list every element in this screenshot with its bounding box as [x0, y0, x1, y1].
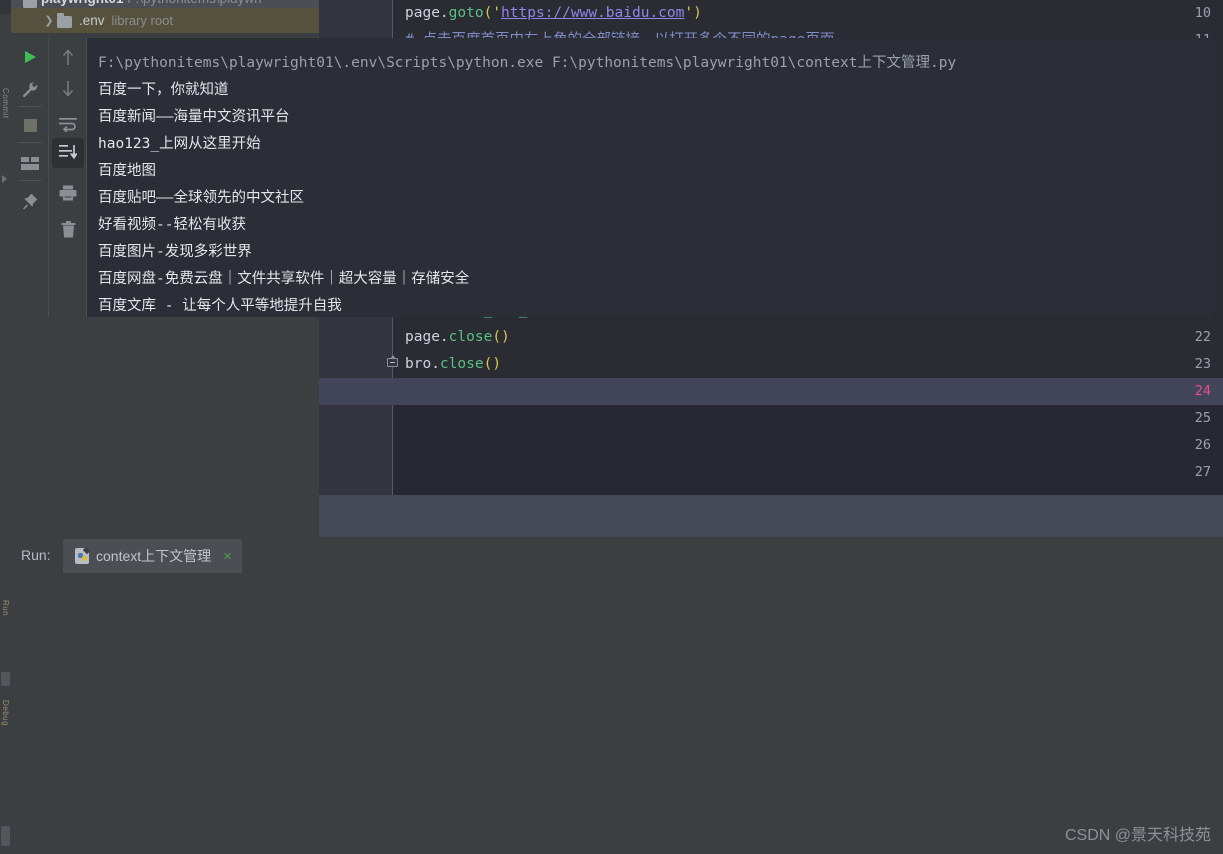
console-command-line: F:\pythonitems\playwright01\.env\Scripts… [98, 55, 957, 71]
console-output-line: 百度图片-发现多彩世界 [98, 244, 252, 260]
tool-window-tab-commit[interactable]: Commit [0, 88, 11, 168]
folder-icon [23, 0, 37, 8]
project-root-label: playwright01 F:\pythonitems\playwri [41, 0, 262, 6]
tool-window-tab-debug[interactable]: Debug [0, 700, 11, 796]
console-output-line: 百度文库 - 让每个人平等地提升自我 [98, 298, 342, 314]
console-output-line: 百度一下，你就知道 [98, 82, 229, 98]
next-occurrence-button[interactable] [49, 74, 87, 104]
project-root-row[interactable]: playwright01 F:\pythonitems\playwri [11, 0, 319, 8]
run-tool-window: Run: context上下文管理 × [11, 537, 1223, 854]
project-root-path: F:\pythonitems\playwri [127, 0, 261, 6]
run-toolbar-secondary [49, 38, 87, 317]
tree-item-label: .env [79, 13, 105, 28]
console-output-line: 百度网盘-免费云盘｜文件共享软件｜超大容量｜存储安全 [98, 271, 470, 287]
run-label: Run: [21, 547, 51, 563]
line-number: 10 [1194, 5, 1211, 21]
run-toolbar-primary [11, 38, 49, 317]
code-line[interactable]: page.close() [405, 324, 510, 351]
configure-button[interactable] [11, 74, 49, 104]
editor-after-eof [393, 405, 1223, 495]
tree-item-suffix: library root [111, 13, 173, 28]
console-output-line: 百度新闻——海量中文资讯平台 [98, 109, 290, 125]
tool-window-tab-run[interactable]: Run [0, 600, 11, 674]
console-output-line: 百度贴吧——全球领先的中文社区 [98, 190, 304, 206]
scroll-to-end-button[interactable] [49, 138, 87, 168]
layout-button[interactable] [11, 148, 49, 178]
line-number: 27 [1194, 464, 1211, 480]
editor-bottom-strip [319, 495, 1223, 537]
stop-button[interactable] [11, 110, 49, 140]
folder-icon [57, 13, 75, 29]
prev-occurrence-button[interactable] [49, 42, 87, 72]
watermark: CSDN @景天科技苑 [1064, 827, 1211, 844]
close-icon[interactable]: × [223, 548, 232, 565]
chevron-right-icon[interactable]: ❯ [41, 14, 57, 27]
soft-wrap-button[interactable] [49, 110, 87, 140]
tree-item-0[interactable]: ❯ .env library root [11, 8, 319, 33]
line-number: 23 [1194, 356, 1211, 372]
ide-window: Commit Run Debug ❯.envlibrary root{}auth… [0, 0, 1223, 854]
tool-strip-top-cap [0, 0, 11, 14]
line-number: 24 [1194, 383, 1211, 399]
fold-marker-end-icon[interactable] [387, 354, 398, 369]
python-file-icon [75, 548, 89, 564]
expand-arrow-icon[interactable] [2, 175, 7, 183]
line-number: 22 [1194, 329, 1211, 345]
current-line-highlight [319, 378, 1223, 405]
run-tab-bar: Run: context上下文管理 × [11, 537, 1223, 575]
run-console-output[interactable]: F:\pythonitems\playwright01\.env\Scripts… [87, 38, 1212, 317]
console-output-line: 百度地图 [98, 163, 156, 179]
code-line[interactable]: page.goto('https://www.baidu.com') [405, 0, 702, 27]
rerun-button[interactable] [11, 42, 49, 72]
run-tab-title: context上下文管理 [96, 548, 212, 564]
line-number: 26 [1194, 437, 1211, 453]
line-number: 25 [1194, 410, 1211, 426]
code-line[interactable]: bro.close() [405, 351, 501, 378]
clear-all-button[interactable] [49, 214, 87, 244]
console-output-line: hao123_上网从这里开始 [98, 136, 261, 152]
tool-strip-chip-2 [1, 826, 10, 846]
print-button[interactable] [49, 178, 87, 208]
pin-tab-button[interactable] [11, 186, 49, 216]
gutter-after-eof [319, 405, 392, 495]
console-output-line: 好看视频--轻松有收获 [98, 217, 246, 233]
tool-strip-chip [1, 672, 10, 686]
run-tab[interactable]: context上下文管理 × [63, 539, 242, 573]
project-root-name: playwright01 [41, 0, 124, 6]
left-tool-strip: Commit Run Debug [0, 0, 11, 854]
